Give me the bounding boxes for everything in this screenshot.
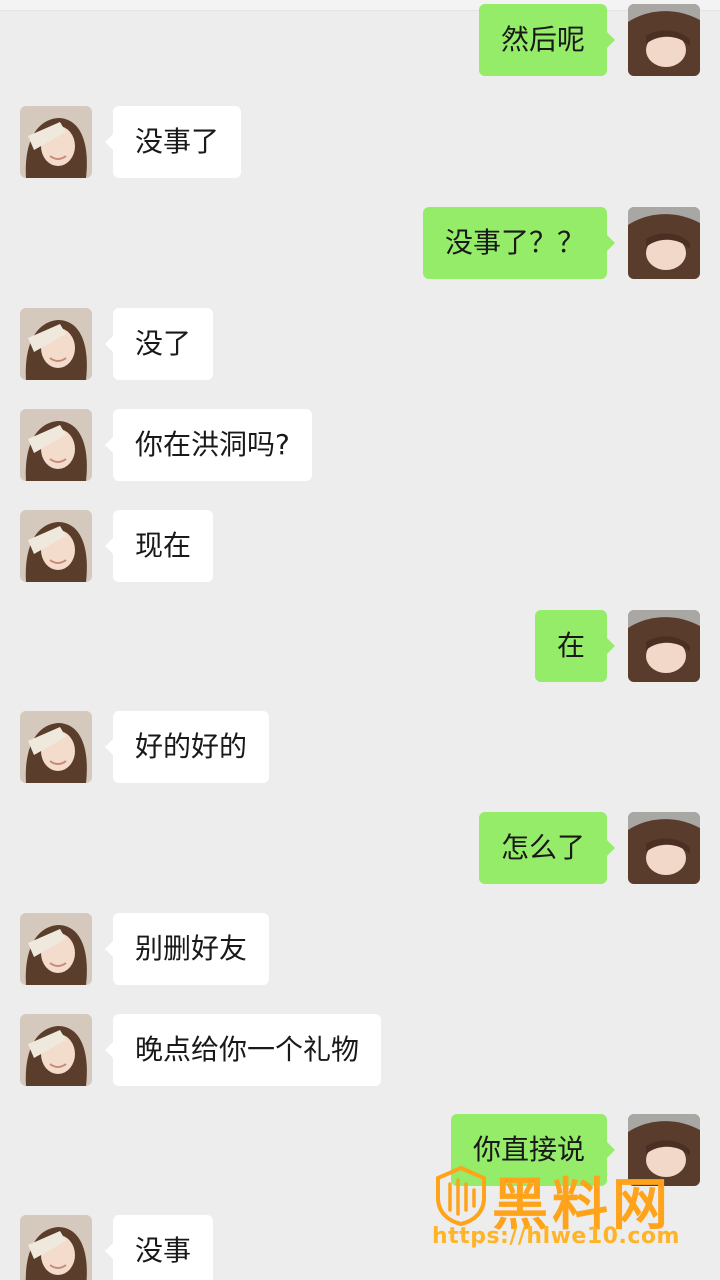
message-row-outgoing: 怎么了 xyxy=(0,812,720,884)
message-row-incoming: 没事了 xyxy=(0,106,720,178)
contact-avatar[interactable] xyxy=(20,913,92,985)
message-row-incoming: 你在洪洞吗? xyxy=(0,409,720,481)
message-row-outgoing: 没事了？？ xyxy=(0,207,720,279)
contact-avatar[interactable] xyxy=(20,711,92,783)
message-row-outgoing: 在 xyxy=(0,610,720,682)
self-avatar[interactable] xyxy=(628,207,700,279)
contact-avatar[interactable] xyxy=(20,409,92,481)
outgoing-message-bubble[interactable]: 怎么了 xyxy=(478,812,616,884)
shield-logo-icon xyxy=(434,1165,488,1230)
self-avatar[interactable] xyxy=(628,610,700,682)
contact-avatar[interactable] xyxy=(20,1014,92,1086)
contact-avatar[interactable] xyxy=(20,106,92,178)
incoming-message-bubble[interactable]: 没了 xyxy=(104,308,214,380)
incoming-message-bubble[interactable]: 你在洪洞吗? xyxy=(105,409,312,481)
outgoing-message-bubble[interactable]: 然后呢 xyxy=(478,4,616,76)
watermark: 黑料网 https://hlwe10.com xyxy=(428,1160,720,1260)
message-row-outgoing: 然后呢 xyxy=(0,4,720,76)
contact-avatar[interactable] xyxy=(20,1215,92,1280)
self-avatar[interactable] xyxy=(628,812,700,884)
message-row-incoming: 晚点给你一个礼物 xyxy=(0,1014,720,1086)
incoming-message-bubble[interactable]: 没事了 xyxy=(104,106,242,178)
message-row-incoming: 现在 xyxy=(0,510,720,582)
outgoing-message-bubble[interactable]: 没事了？？ xyxy=(422,207,616,279)
message-row-incoming: 好的好的 xyxy=(0,711,720,783)
incoming-message-bubble[interactable]: 别删好友 xyxy=(104,913,270,985)
watermark-url: https://hlwe10.com xyxy=(432,1224,680,1249)
message-row-incoming: 没了 xyxy=(0,308,720,380)
message-row-incoming: 别删好友 xyxy=(0,913,720,985)
incoming-message-bubble[interactable]: 好的好的 xyxy=(104,711,270,783)
outgoing-message-bubble[interactable]: 在 xyxy=(534,610,616,682)
contact-avatar[interactable] xyxy=(20,510,92,582)
incoming-message-bubble[interactable]: 没事 xyxy=(104,1215,214,1280)
self-avatar[interactable] xyxy=(628,4,700,76)
contact-avatar[interactable] xyxy=(20,308,92,380)
incoming-message-bubble[interactable]: 现在 xyxy=(104,510,214,582)
incoming-message-bubble[interactable]: 晚点给你一个礼物 xyxy=(104,1014,382,1086)
